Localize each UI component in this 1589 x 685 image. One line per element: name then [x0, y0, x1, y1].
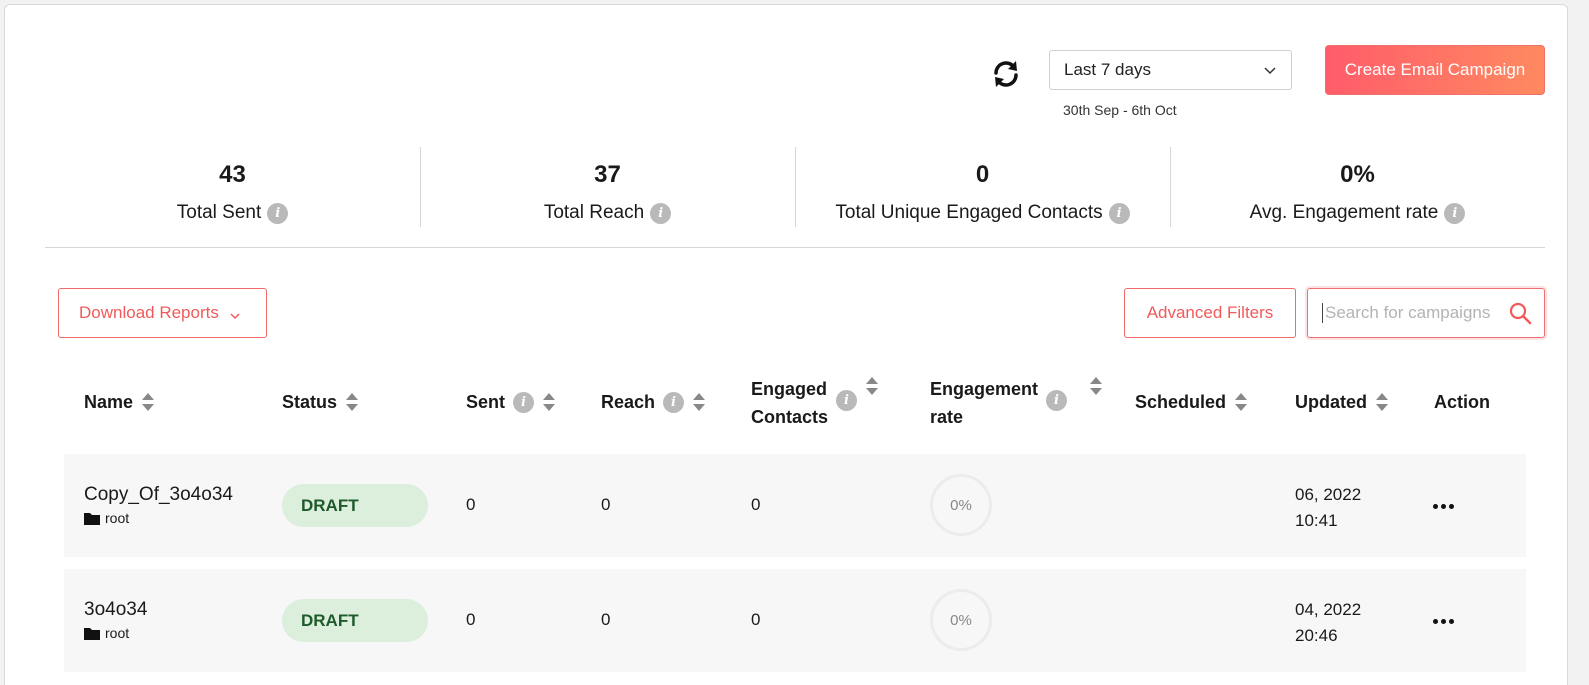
- search-input[interactable]: [1322, 303, 1502, 323]
- info-icon[interactable]: i: [836, 390, 858, 411]
- stat-total-reach: 37 Total Reach i: [420, 147, 795, 229]
- stat-value: 43: [219, 161, 246, 188]
- column-label: Status: [282, 392, 338, 412]
- engagement-rate-ring: 0%: [930, 589, 992, 651]
- stats-bar: 43 Total Sent i 37 Total Reach i 0 Total U…: [45, 147, 1545, 229]
- info-icon[interactable]: i: [1444, 202, 1466, 224]
- more-options-icon[interactable]: [1433, 617, 1455, 625]
- campaign-name-cell: Copy_Of_3o4o34 root: [84, 484, 233, 526]
- folder-label: root: [105, 510, 130, 526]
- create-email-campaign-button[interactable]: Create Email Campaign: [1325, 45, 1545, 95]
- download-reports-button[interactable]: Download Reports: [58, 288, 267, 338]
- info-icon[interactable]: i: [513, 391, 535, 413]
- search-icon[interactable]: [1508, 301, 1532, 325]
- column-header-name[interactable]: Name: [84, 388, 155, 416]
- stat-label: Avg. Engagement rate: [1249, 202, 1439, 223]
- updated-date: 06, 2022: [1295, 485, 1362, 504]
- column-label-line: Engaged: [751, 379, 828, 399]
- chevron-down-icon: [230, 313, 240, 320]
- updated-value: 06, 2022 10:41: [1295, 482, 1361, 534]
- sort-icon[interactable]: [542, 391, 556, 413]
- status-badge: DRAFT: [282, 599, 428, 642]
- status-badge: DRAFT: [282, 484, 428, 527]
- updated-time: 20:46: [1295, 626, 1338, 645]
- column-label: Engagement rate: [930, 375, 1038, 431]
- sort-icon[interactable]: [1089, 375, 1103, 397]
- column-label: Sent: [466, 392, 506, 412]
- column-label: Action: [1434, 392, 1490, 412]
- stat-label: Total Reach: [543, 202, 645, 223]
- engaged-value: 0: [751, 610, 761, 629]
- date-range-subtitle: 30th Sep - 6th Oct: [1063, 102, 1177, 118]
- date-range-select[interactable]: Last 7 days: [1049, 50, 1292, 90]
- column-label: Updated: [1295, 392, 1367, 412]
- updated-date: 04, 2022: [1295, 600, 1362, 619]
- sort-icon[interactable]: [345, 391, 359, 413]
- stat-label: Total Unique Engaged Contacts: [835, 202, 1103, 223]
- column-label-line: rate: [930, 407, 964, 427]
- advanced-filters-button[interactable]: Advanced Filters: [1124, 288, 1296, 338]
- campaign-name-cell: 3o4o34 root: [84, 599, 147, 641]
- stat-value: 0: [975, 161, 990, 188]
- folder-icon: [84, 627, 100, 640]
- column-header-action: Action: [1434, 388, 1490, 416]
- column-label: Scheduled: [1135, 392, 1227, 412]
- stats-divider: [45, 247, 1545, 248]
- updated-time: 10:41: [1295, 511, 1338, 530]
- info-icon[interactable]: i: [267, 202, 289, 224]
- stat-total-sent: 43 Total Sent i: [45, 147, 420, 229]
- column-label: Name: [84, 392, 134, 412]
- info-icon[interactable]: i: [1108, 202, 1130, 224]
- stat-avg-engagement: 0% Avg. Engagement rate i: [1170, 147, 1545, 229]
- reach-value: 0: [601, 495, 611, 514]
- column-label-line: Engagement: [930, 379, 1039, 399]
- table-row[interactable]: 3o4o34 root DRAFT 0 0 0 0% 04, 2022 20:4…: [64, 569, 1526, 672]
- table-row[interactable]: Copy_Of_3o4o34 root DRAFT 0 0 0 0% 06, 2…: [64, 454, 1526, 557]
- more-options-icon[interactable]: [1433, 502, 1455, 510]
- sort-icon[interactable]: [1375, 391, 1389, 413]
- stat-value: 37: [594, 161, 621, 188]
- engaged-value: 0: [751, 495, 761, 514]
- campaign-folder: root: [84, 510, 233, 526]
- column-label: Reach: [601, 392, 656, 412]
- sent-value: 0: [466, 610, 476, 629]
- column-header-engagement-rate[interactable]: Engagement rate i: [930, 375, 1103, 431]
- column-header-scheduled[interactable]: Scheduled: [1135, 388, 1248, 416]
- sort-icon[interactable]: [692, 391, 706, 413]
- reach-value: 0: [601, 610, 611, 629]
- engagement-rate-ring: 0%: [930, 474, 992, 536]
- date-range-value: Last 7 days: [1064, 60, 1151, 79]
- chevron-down-icon: [1264, 67, 1276, 75]
- column-label: Engaged Contacts: [751, 375, 828, 431]
- sort-icon[interactable]: [865, 375, 879, 397]
- column-label-line: Contacts: [751, 407, 829, 427]
- table-header: Name Status Sent i Reach i Engaged Conta…: [64, 375, 1526, 445]
- column-header-engaged-contacts[interactable]: Engaged Contacts i: [751, 375, 879, 431]
- column-header-sent[interactable]: Sent i: [466, 388, 556, 416]
- folder-label: root: [105, 625, 130, 641]
- sort-icon[interactable]: [1234, 391, 1248, 413]
- column-header-updated[interactable]: Updated: [1295, 388, 1389, 416]
- search-box: [1307, 288, 1545, 338]
- campaign-folder: root: [84, 625, 147, 641]
- info-icon[interactable]: i: [663, 391, 685, 413]
- download-reports-label: Download Reports: [79, 303, 219, 322]
- stat-unique-engaged: 0 Total Unique Engaged Contacts i: [795, 147, 1170, 229]
- folder-icon: [84, 512, 100, 525]
- updated-value: 04, 2022 20:46: [1295, 597, 1361, 649]
- column-header-status[interactable]: Status: [282, 388, 359, 416]
- campaign-name[interactable]: Copy_Of_3o4o34: [84, 484, 233, 506]
- stat-label: Total Sent: [176, 202, 262, 223]
- sort-icon[interactable]: [141, 391, 155, 413]
- sent-value: 0: [466, 495, 476, 514]
- info-icon[interactable]: i: [1046, 390, 1068, 411]
- stat-value: 0%: [1340, 161, 1375, 188]
- campaign-name[interactable]: 3o4o34: [84, 599, 147, 621]
- refresh-icon[interactable]: [990, 58, 1022, 90]
- column-header-reach[interactable]: Reach i: [601, 388, 706, 416]
- info-icon[interactable]: i: [650, 202, 672, 224]
